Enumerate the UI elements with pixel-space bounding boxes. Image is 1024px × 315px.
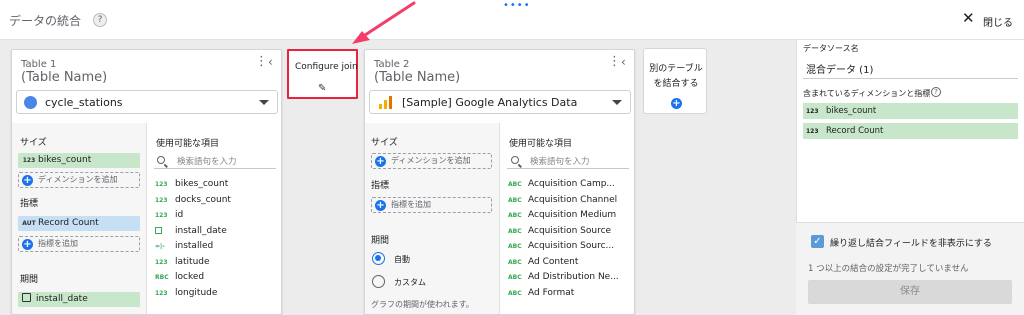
search-icon: [511, 156, 519, 164]
period-label: 期間: [20, 275, 39, 285]
pencil-icon: ✎: [318, 83, 327, 94]
add-dimension-button[interactable]: + ディメンションを追加: [18, 172, 140, 188]
number-type-icon: 123: [22, 157, 36, 164]
field-item[interactable]: install_date: [155, 226, 227, 236]
analytics-icon: [379, 96, 392, 109]
incomplete-join-message: 1 つ以上の結合の設定が完了していません: [808, 264, 969, 274]
included-field-row: 123 bikes_count: [803, 103, 1018, 119]
included-fields-label: 含まれているディメンションと指標: [803, 89, 931, 98]
data-source-name: cycle_stations: [45, 96, 123, 109]
save-button[interactable]: 保存: [808, 280, 1012, 304]
field-underline: [803, 78, 1018, 79]
field-item[interactable]: 123 longitude: [155, 288, 217, 298]
period-note: グラフの期間が使われます。: [371, 300, 474, 309]
field-item[interactable]: =|- installed: [155, 241, 213, 251]
field-search-input[interactable]: 検索語句を入力: [530, 155, 590, 167]
dimensions-label: サイズ: [20, 138, 47, 148]
data-source-name-field[interactable]: 混合データ (1): [806, 61, 873, 76]
dimension-chip[interactable]: 123 bikes_count: [18, 153, 140, 168]
database-icon: [24, 96, 37, 109]
help-icon[interactable]: ?: [931, 87, 941, 97]
add-icon: +: [22, 239, 33, 250]
data-source-name: [Sample] Google Analytics Data: [402, 96, 578, 109]
table-1-label: Table 1: [21, 59, 57, 70]
chevron-down-icon: [259, 100, 269, 105]
field-item[interactable]: 123 bikes_count: [155, 179, 228, 189]
data-source-name-label: データソース名: [803, 44, 859, 53]
field-search-input[interactable]: 検索語句を入力: [177, 155, 237, 167]
table-2-name[interactable]: (Table Name): [374, 70, 460, 85]
field-item[interactable]: ABC Ad Distribution Ne...: [508, 272, 619, 282]
add-metric-button[interactable]: + 指標を追加: [371, 197, 492, 213]
search-icon: [157, 156, 165, 164]
help-icon[interactable]: ?: [93, 13, 107, 27]
period-chip[interactable]: install_date: [18, 292, 140, 307]
field-item[interactable]: ABC Acquisition Channel: [508, 195, 617, 205]
add-icon: +: [671, 98, 682, 109]
top-bar: データの統合 ? •••• ✕ 閉じる: [0, 0, 1024, 40]
available-fields-header: 使用可能な項目: [156, 139, 220, 149]
add-icon: +: [22, 175, 33, 186]
more-options-icon[interactable]: ⋮: [255, 55, 268, 68]
available-fields-header: 使用可能な項目: [509, 139, 573, 149]
add-metric-button[interactable]: + 指標を追加: [18, 236, 140, 252]
search-underline: [507, 168, 629, 169]
hide-repeated-fields-label: 繰り返し結合フィールドを非表示にする: [830, 239, 992, 249]
table-1-card: Table 1 (Table Name) ⋮ ‹ cycle_stations …: [11, 49, 282, 315]
configure-join-label: Configure join: [295, 62, 358, 72]
chevron-down-icon: [612, 100, 622, 105]
add-table-label-line1: 別のテーブル: [649, 64, 703, 74]
search-underline: [154, 168, 276, 169]
add-icon: +: [375, 156, 386, 167]
add-dimension-button[interactable]: + ディメンションを追加: [371, 153, 492, 169]
table-2-label: Table 2: [374, 59, 410, 70]
field-item[interactable]: ABC Acquisition Source: [508, 226, 611, 236]
table-2-card: Table 2 (Table Name) ⋮ ‹ [Sample] Google…: [364, 49, 635, 315]
data-source-select[interactable]: cycle_stations: [16, 90, 278, 114]
data-source-select[interactable]: [Sample] Google Analytics Data: [369, 90, 631, 114]
field-item[interactable]: ABC Acquisition Camp...: [508, 179, 615, 189]
add-table-label-line2: を結合する: [653, 79, 699, 89]
dimensions-label: サイズ: [371, 138, 398, 148]
period-auto-radio[interactable]: [372, 252, 385, 265]
drag-handle-icon[interactable]: ••••: [503, 0, 531, 11]
metrics-label: 指標: [20, 199, 39, 209]
close-button[interactable]: 閉じる: [983, 14, 1013, 29]
metrics-label: 指標: [371, 181, 390, 191]
period-custom-radio[interactable]: [372, 275, 385, 288]
page-title: データの統合: [9, 14, 82, 28]
field-item[interactable]: RBC locked: [155, 272, 204, 282]
add-table-button[interactable]: 別のテーブル を結合する +: [643, 48, 707, 114]
period-label: 期間: [371, 236, 390, 246]
metric-chip[interactable]: AUT Record Count: [18, 216, 140, 231]
period-auto-label: 自動: [394, 255, 410, 264]
period-custom-label: カスタム: [394, 278, 426, 287]
field-item[interactable]: 123 id: [155, 210, 183, 220]
more-options-icon[interactable]: ⋮: [608, 55, 621, 68]
table-1-config-column: サイズ 123 bikes_count + ディメンションを追加 指標 AUT Re…: [12, 123, 147, 314]
calendar-icon: [22, 293, 31, 302]
table-2-config-column: サイズ + ディメンションを追加 指標 + 指標を追加 期間 自動 カスタム グ…: [365, 123, 500, 314]
collapse-chevron-icon[interactable]: ‹: [268, 55, 273, 69]
included-field-row: 123 Record Count: [803, 123, 1018, 139]
add-icon: +: [375, 200, 386, 211]
table-1-name[interactable]: (Table Name): [21, 70, 107, 85]
field-item[interactable]: ABC Acquisition Sourc...: [508, 241, 614, 251]
field-item[interactable]: ABC Acquisition Medium: [508, 210, 616, 220]
close-icon[interactable]: ✕: [962, 11, 975, 26]
field-item[interactable]: ABC Ad Content: [508, 257, 578, 267]
field-item[interactable]: ABC Ad Format: [508, 288, 574, 298]
collapse-chevron-icon[interactable]: ‹: [621, 55, 626, 69]
field-item[interactable]: 123 docks_count: [155, 195, 231, 205]
auto-type-icon: AUT: [22, 220, 36, 227]
hide-repeated-fields-checkbox[interactable]: ✓: [811, 235, 824, 248]
calendar-icon: [155, 227, 162, 234]
field-item[interactable]: 123 latitude: [155, 257, 210, 267]
